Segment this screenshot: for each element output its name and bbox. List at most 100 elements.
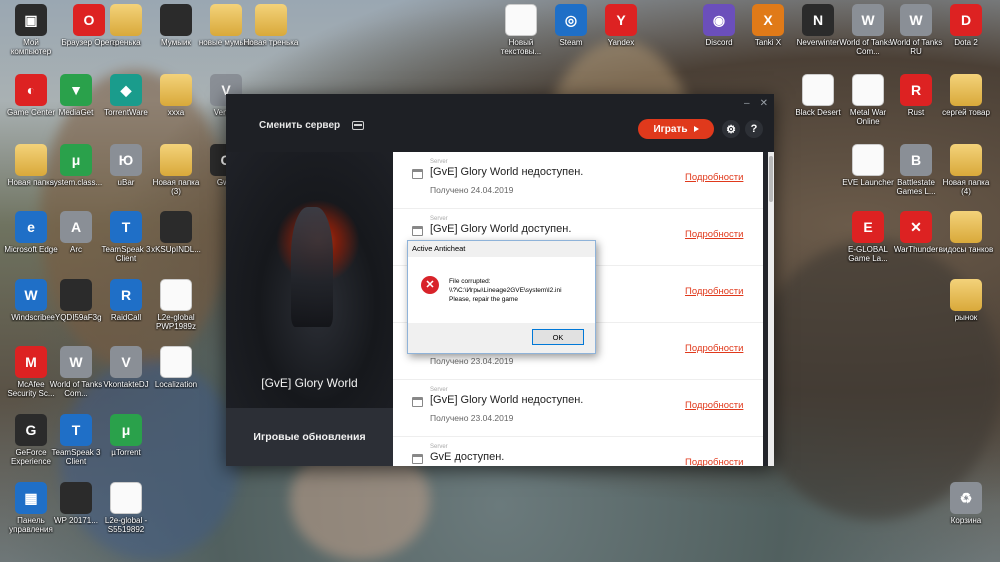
- ok-button[interactable]: OK: [532, 329, 584, 345]
- desktop-shortcut-label: Dota 2: [954, 38, 978, 47]
- news-date: Получено 23.04.2019: [430, 413, 514, 423]
- warthunder-icon: ✕: [900, 211, 932, 243]
- teamspeak-icon: T: [60, 414, 92, 446]
- change-server-button[interactable]: Сменить сервер: [259, 120, 365, 131]
- eglobal-icon: E: [852, 211, 884, 243]
- dialog-title: Active Anticheat: [412, 244, 466, 253]
- desktop-shortcut[interactable]: Y Yandex: [592, 4, 650, 47]
- news-details-link[interactable]: Подробности: [685, 457, 743, 466]
- windscribe-icon: W: [15, 279, 47, 311]
- desktop-shortcut[interactable]: ▣ Мой компьютер: [2, 4, 60, 56]
- news-title: [GvE] Glory World доступен.: [430, 223, 572, 235]
- desktop-shortcut-label: Yandex: [607, 38, 635, 47]
- rust-icon: R: [900, 74, 932, 106]
- world-of-tanks-icon: W: [852, 4, 884, 36]
- arc-icon: A: [60, 211, 92, 243]
- tanki-x-icon: X: [752, 4, 784, 36]
- message-line: File corrupted:: [449, 278, 491, 285]
- folder-icon: [950, 144, 982, 176]
- desktop-shortcut-label: L2e-global - S5519892: [104, 516, 148, 534]
- localization-icon: [160, 346, 192, 378]
- dialog-body: ✕ File corrupted: \\?\C:\Игры\Lineage2GV…: [408, 257, 595, 323]
- desktop-shortcut[interactable]: Новая тренька: [242, 4, 300, 47]
- news-details-link[interactable]: Подробности: [685, 286, 743, 297]
- news-title: [GvE] Glory World недоступен.: [430, 166, 584, 178]
- news-date: Получено 24.04.2019: [430, 185, 514, 195]
- folder-icon: [210, 4, 242, 36]
- desktop-shortcut-label: Корзина: [950, 516, 982, 525]
- black-desert-icon: [802, 74, 834, 106]
- desktop-shortcut-label: µTorrent: [111, 448, 141, 457]
- news-category: Server: [430, 159, 448, 165]
- mcafee-icon: M: [15, 346, 47, 378]
- help-button[interactable]: ?: [745, 120, 763, 138]
- news-category: Server: [430, 444, 448, 450]
- calendar-icon: [412, 397, 423, 407]
- dialog-message: File corrupted: \\?\C:\Игры\Lineage2GVE\…: [449, 277, 589, 304]
- dota2-icon: D: [950, 4, 982, 36]
- file-icon: [60, 279, 92, 311]
- news-details-link[interactable]: Подробности: [685, 343, 743, 354]
- my-computer-icon: ▣: [15, 4, 47, 36]
- news-title: [GvE] Glory World недоступен.: [430, 394, 584, 406]
- desktop-shortcut[interactable]: ♻ Корзина: [937, 482, 995, 525]
- discord-icon: ◉: [703, 4, 735, 36]
- game-center-icon: ◐: [15, 74, 47, 106]
- news-scrollbar[interactable]: [768, 152, 774, 466]
- utorrent-icon: μ: [60, 144, 92, 176]
- folder-icon: [950, 211, 982, 243]
- scrollbar-thumb[interactable]: [769, 156, 773, 202]
- launcher-topbar: Сменить сервер Играть ⚙ ?: [226, 108, 774, 150]
- folder-icon: [160, 144, 192, 176]
- desktop-shortcut-label: Новая папка (4): [942, 178, 990, 196]
- desktop-shortcut[interactable]: D Dota 2: [937, 4, 995, 47]
- metal-war-online-icon: [852, 74, 884, 106]
- eve-launcher-icon: [852, 144, 884, 176]
- play-button[interactable]: Играть: [638, 119, 714, 139]
- news-title: GvE доступен.: [430, 451, 505, 463]
- tab-game-updates[interactable]: Игровые обновления: [226, 408, 393, 466]
- document-icon: [110, 482, 142, 514]
- desktop-shortcut-label: видосы танков: [938, 245, 994, 254]
- desktop-shortcut[interactable]: видосы танков: [937, 211, 995, 254]
- edge-icon: e: [15, 211, 47, 243]
- news-details-link[interactable]: Подробности: [685, 229, 743, 240]
- folder-icon: [950, 279, 982, 311]
- geforce-icon: G: [15, 414, 47, 446]
- gear-icon: ⚙: [726, 123, 736, 136]
- calendar-icon: [412, 226, 423, 236]
- desktop-shortcut[interactable]: L2e-global PWP1989z: [147, 279, 205, 331]
- file-icon: [60, 482, 92, 514]
- desktop-shortcut[interactable]: L2e-global - S5519892: [97, 482, 155, 534]
- folder-icon: [950, 74, 982, 106]
- server-list-icon: [352, 121, 365, 130]
- character-artwork: [291, 207, 333, 327]
- message-line: \\?\C:\Игры\Lineage2GVE\system\l2.ini: [449, 287, 562, 294]
- desktop-shortcut[interactable]: μ µTorrent: [97, 414, 155, 457]
- desktop-shortcut-label: xKSUpINDL...: [151, 245, 201, 254]
- error-icon: ✕: [421, 276, 439, 294]
- news-details-link[interactable]: Подробности: [685, 400, 743, 411]
- news-date: Получено 23.04.2019: [430, 356, 514, 366]
- control-panel-icon: ▦: [15, 482, 47, 514]
- news-item: Server GvE доступен. Подробности: [393, 437, 763, 466]
- folder-icon: [110, 4, 142, 36]
- news-details-link[interactable]: Подробности: [685, 172, 743, 183]
- steam-icon: ◎: [555, 4, 587, 36]
- desktop-shortcut[interactable]: Новая папка (4): [937, 144, 995, 196]
- desktop-shortcut-label: Мой компьютер: [10, 38, 52, 56]
- server-artwork: [226, 152, 393, 408]
- desktop-shortcut[interactable]: Localization: [147, 346, 205, 389]
- yandex-icon: Y: [605, 4, 637, 36]
- desktop-shortcut[interactable]: сергей товар: [937, 74, 995, 117]
- desktop-shortcut[interactable]: рынок: [937, 279, 995, 322]
- desktop-shortcut-label: L2e-global PWP1989z: [155, 313, 197, 331]
- settings-button[interactable]: ⚙: [722, 120, 740, 138]
- news-category: Server: [430, 387, 448, 393]
- teamspeak-icon: T: [110, 211, 142, 243]
- folder-icon: [255, 4, 287, 36]
- desktop-shortcut-label: Новая тренька: [243, 38, 299, 47]
- neverwinter-icon: N: [802, 4, 834, 36]
- news-item: Server [GvE] Glory World недоступен. Получ…: [393, 152, 763, 209]
- desktop-shortcut[interactable]: xKSUpINDL...: [147, 211, 205, 254]
